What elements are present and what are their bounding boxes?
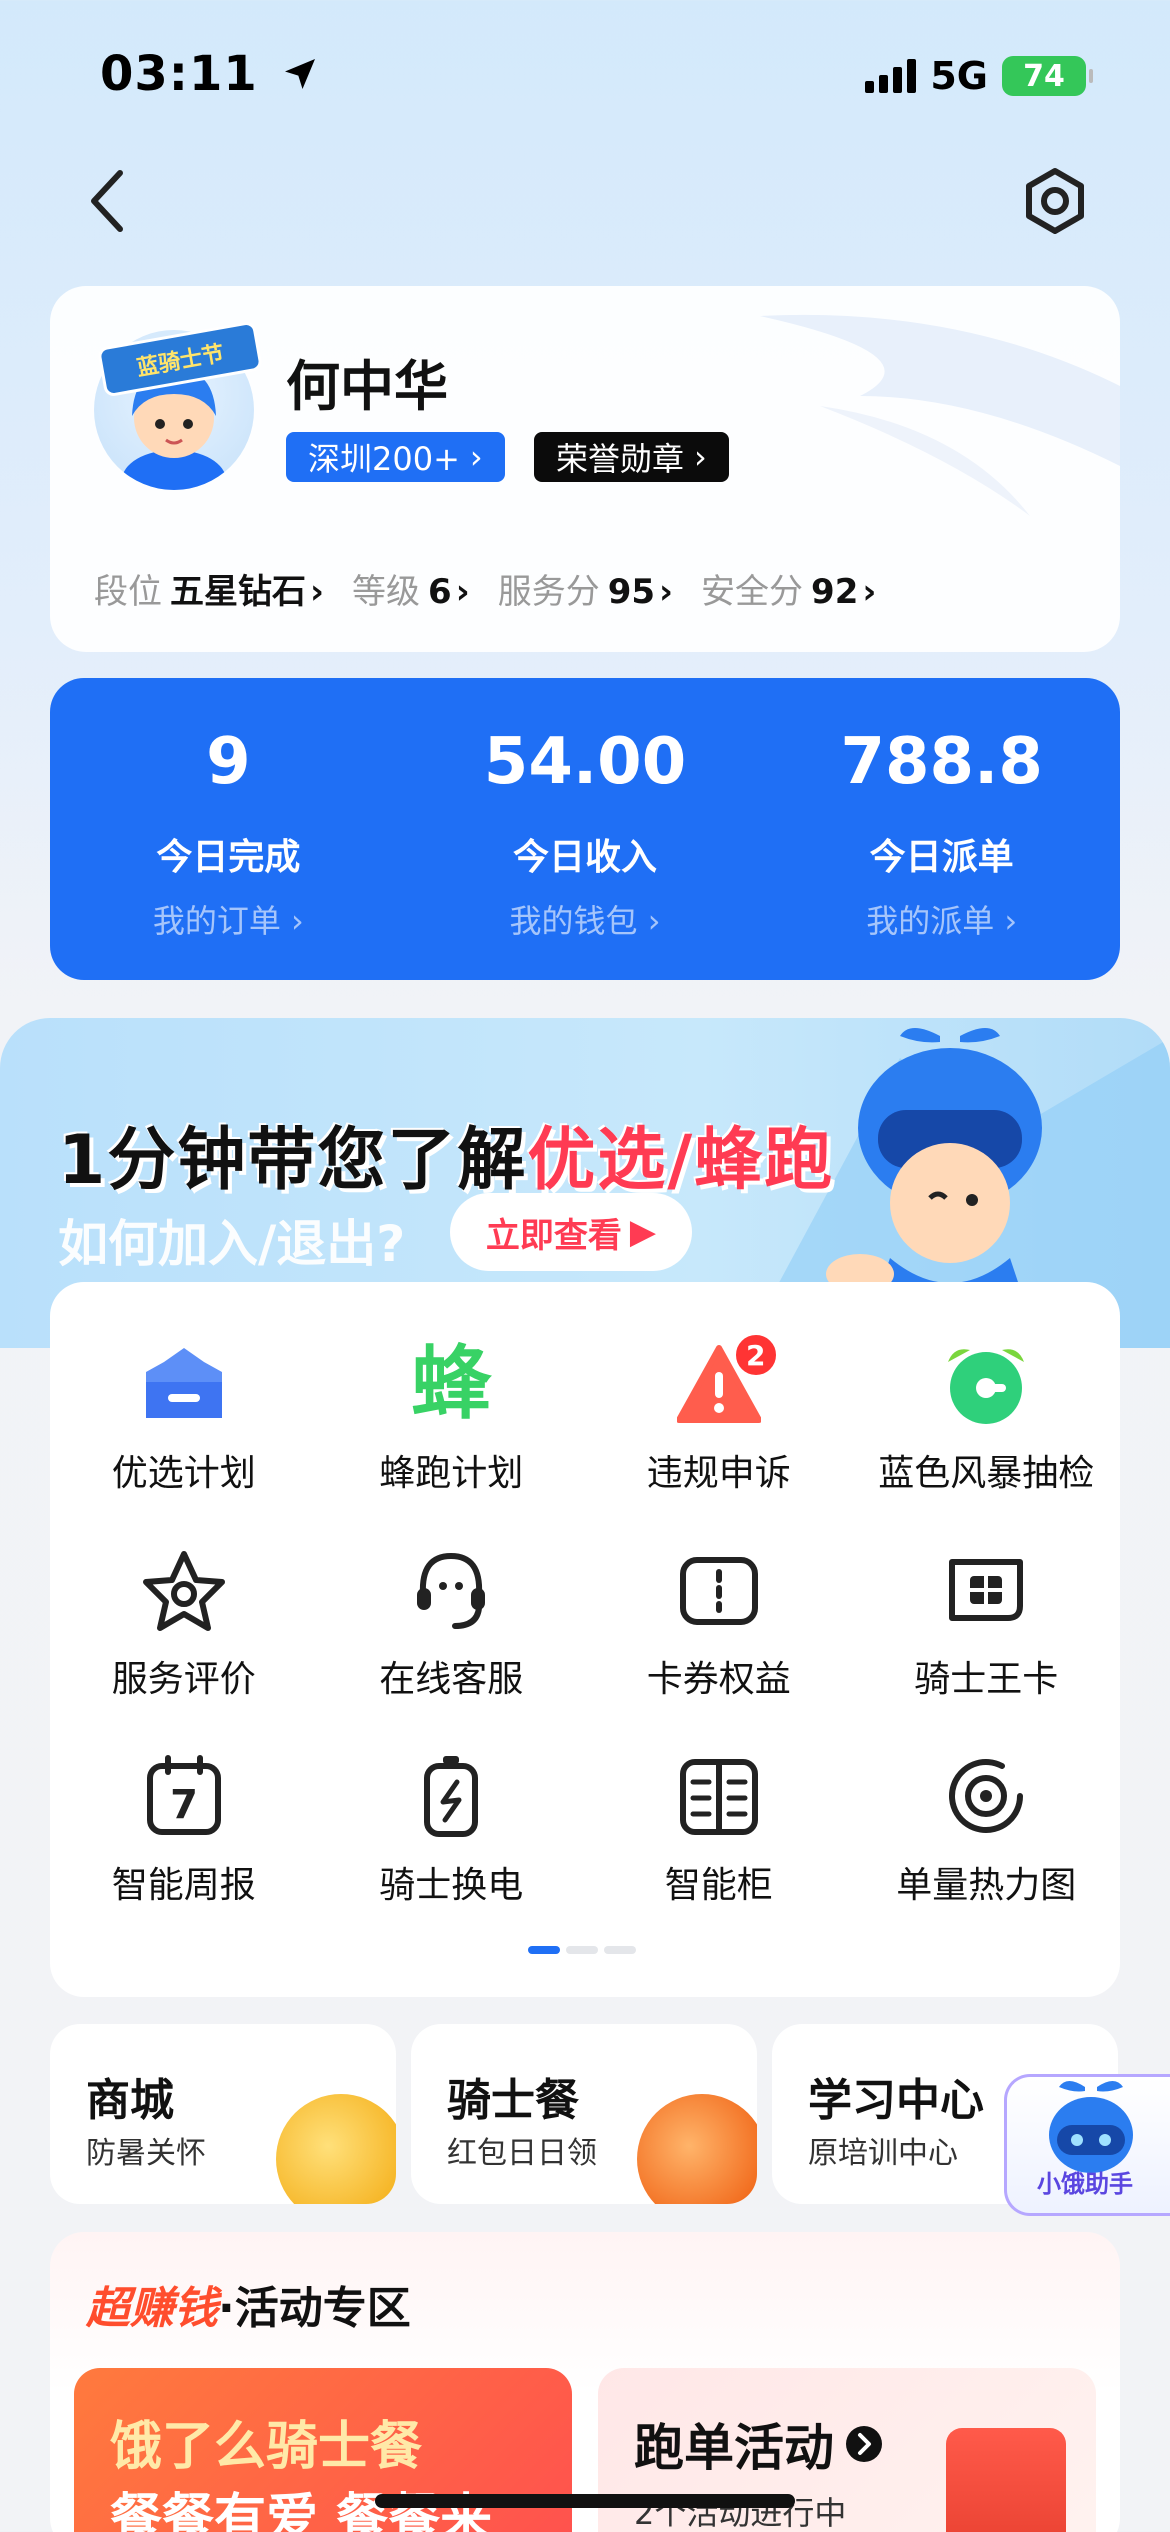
profile-card: 蓝骑士节 何中华 深圳200+ › 荣誉勋章 › 段位 五星钻石 › 等级 6 › 服务…	[50, 286, 1120, 652]
activity-title: 超赚钱·活动专区	[86, 2283, 411, 2334]
city-rank-tag[interactable]: 深圳200+ ›	[286, 432, 505, 482]
status-indicators: 5G 74	[865, 54, 1093, 98]
feature-grid: 优选计划 蜂 蜂跑计划 2 违规申诉 蓝色风暴抽检 服务评价 在线客服 卡券权益…	[50, 1332, 1121, 1908]
grid-item-youxuan-plan[interactable]: 优选计划	[50, 1342, 318, 1496]
grid-item-service-rating[interactable]: 服务评价	[50, 1548, 318, 1702]
calendar-icon: 7	[142, 1754, 226, 1838]
activity-zone-card: 超赚钱·活动专区 饿了么骑士餐 餐餐有爱 餐餐来 跑单活动 2个活动进行中	[50, 2232, 1120, 2532]
grid-item-blue-storm-check[interactable]: 蓝色风暴抽检	[853, 1342, 1121, 1496]
assistant-float-button[interactable]: 小饿助手	[1004, 2074, 1170, 2216]
rider-stats: 段位 五星钻石 › 等级 6 › 服务分 95 › 安全分 92 ›	[94, 564, 876, 613]
alarm-clock-icon	[944, 1342, 1028, 1426]
star-icon	[142, 1548, 226, 1632]
red-envelope-icon	[946, 2428, 1066, 2532]
status-time: 03:11	[100, 46, 320, 102]
coupon-icon	[677, 1548, 761, 1632]
banner-title: 1分钟带您了解优选/蜂跑	[58, 1121, 835, 1200]
chicken-leg-icon	[637, 2094, 757, 2204]
card-icon	[944, 1548, 1028, 1632]
back-button[interactable]	[80, 165, 140, 237]
page-indicator	[528, 1946, 636, 1954]
gear-icon	[1026, 168, 1084, 234]
grid-item-order-heatmap[interactable]: 单量热力图	[853, 1754, 1121, 1908]
battery-icon: 74	[1002, 56, 1093, 96]
coin-icon	[276, 2094, 396, 2204]
grid-item-online-support[interactable]: 在线客服	[318, 1548, 586, 1702]
chevron-left-icon	[91, 170, 123, 232]
location-arrow-icon	[284, 59, 315, 89]
warning-icon: 2	[676, 1332, 779, 1426]
stat-safety-score[interactable]: 安全分 92 ›	[701, 564, 876, 613]
grid-item-fengpao-plan[interactable]: 蜂 蜂跑计划	[318, 1342, 586, 1496]
grid-item-battery-swap[interactable]: 骑士换电	[318, 1754, 586, 1908]
summary-dispatch[interactable]: 788.8 今日派单 我的派单 ›	[763, 678, 1120, 980]
grid-item-rider-king-card[interactable]: 骑士王卡	[853, 1548, 1121, 1702]
stat-rank[interactable]: 段位 五星钻石 ›	[94, 564, 324, 613]
mascot-illustration	[826, 1028, 1042, 1318]
cabinet-icon	[677, 1754, 761, 1838]
grid-item-smart-cabinet[interactable]: 智能柜	[585, 1754, 853, 1908]
rider-meal-card[interactable]: 骑士餐 红包日日领	[411, 2024, 757, 2204]
network-type: 5G	[930, 54, 988, 98]
summary-orders[interactable]: 9 今日完成 我的订单 ›	[50, 678, 407, 980]
heatmap-icon	[944, 1754, 1028, 1838]
mall-card[interactable]: 商城 防暑关怀	[50, 2024, 396, 2204]
stat-service-score[interactable]: 服务分 95 ›	[498, 564, 673, 613]
headset-icon	[409, 1548, 493, 1632]
grid-item-violation-appeal[interactable]: 2 违规申诉	[585, 1332, 853, 1496]
grid-item-weekly-report[interactable]: 7 智能周报	[50, 1754, 318, 1908]
today-summary-card: 9 今日完成 我的订单 › 54.00 今日收入 我的钱包 › 788.8 今日…	[50, 678, 1120, 980]
grid-item-coupon-benefits[interactable]: 卡券权益	[585, 1548, 853, 1702]
chevron-circle-icon	[846, 2426, 882, 2462]
rider-name: 何中华	[286, 355, 448, 418]
settings-button[interactable]	[1020, 166, 1090, 236]
decorative-wing	[760, 314, 1120, 516]
summary-income[interactable]: 54.00 今日收入 我的钱包 ›	[407, 678, 764, 980]
crown-icon	[142, 1342, 226, 1426]
banner-subtitle: 如何加入/退出?	[58, 1215, 406, 1273]
bee-char-icon: 蜂	[411, 1337, 492, 1430]
feature-grid-card: 优选计划 蜂 蜂跑计划 2 违规申诉 蓝色风暴抽检 服务评价 在线客服 卡券权益…	[50, 1282, 1120, 1997]
battery-swap-icon	[409, 1754, 493, 1838]
svg-text:7: 7	[170, 1782, 198, 1828]
play-arrow-icon: ▶	[629, 1212, 657, 1252]
chevron-right-icon: ›	[469, 438, 483, 476]
notification-badge: 2	[732, 1332, 779, 1378]
home-indicator	[375, 2494, 795, 2508]
signal-icon	[865, 59, 917, 93]
view-now-button[interactable]: 立即查看 ▶	[450, 1193, 692, 1271]
stat-level[interactable]: 等级 6 ›	[352, 564, 470, 613]
chevron-right-icon: ›	[694, 438, 707, 476]
honor-medal-tag[interactable]: 荣誉勋章 ›	[534, 432, 729, 482]
